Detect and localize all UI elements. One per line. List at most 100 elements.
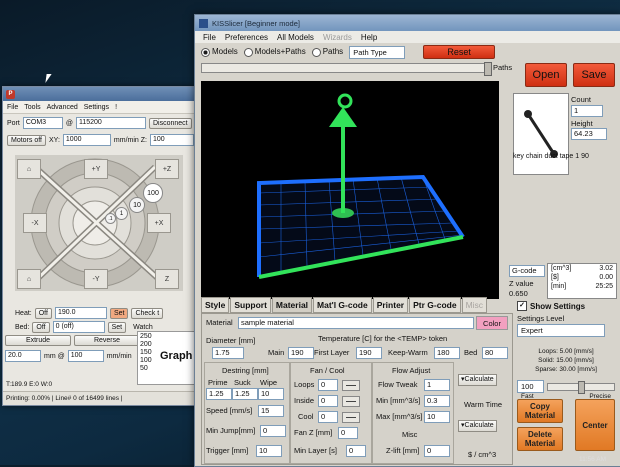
bed-set-button[interactable]: Set: [107, 321, 127, 333]
radio-on-icon: [201, 47, 210, 57]
heat-off-button[interactable]: Off: [34, 307, 52, 319]
port-select[interactable]: COM3: [22, 117, 63, 129]
disconnect-button[interactable]: Disconnect: [148, 117, 192, 129]
keep-warm-input[interactable]: 180: [434, 347, 460, 359]
heat-temp-select[interactable]: 190.0: [54, 307, 107, 319]
menu-file[interactable]: File: [203, 33, 216, 42]
bed-temp-select[interactable]: 0 (off): [52, 321, 105, 333]
fan-inside-input[interactable]: 0: [318, 395, 338, 407]
view-models-radio[interactable]: Models: [201, 47, 238, 57]
tab-matl-gcode[interactable]: Mat'l G-code: [313, 297, 372, 313]
center-button[interactable]: Center: [575, 399, 615, 451]
z-feed-input[interactable]: 100: [149, 134, 194, 146]
menu-help[interactable]: !: [115, 104, 117, 111]
motors-off-button[interactable]: Motors off: [7, 134, 46, 146]
extrude-speed-input[interactable]: 100: [67, 350, 104, 362]
main-temp-input[interactable]: 190: [288, 347, 314, 359]
destring-speed-input[interactable]: 15: [258, 405, 284, 417]
fan-cool-slider[interactable]: [342, 412, 360, 423]
jog-z-minus-button[interactable]: Z: [155, 269, 179, 289]
menu-file[interactable]: File: [7, 104, 18, 111]
menu-all-models[interactable]: All Models: [277, 33, 314, 42]
bed-off-button[interactable]: Off: [32, 321, 50, 333]
menu-tools[interactable]: Tools: [24, 104, 40, 111]
jog-step-1[interactable]: 1: [115, 207, 128, 220]
xy-feed-input[interactable]: 1000: [62, 134, 111, 146]
wipe-input[interactable]: 10: [258, 388, 284, 400]
min-flow-input[interactable]: 0.3: [424, 395, 450, 407]
trigger-input[interactable]: 10: [256, 445, 282, 457]
view-models-paths-radio[interactable]: Models+Paths: [243, 47, 306, 57]
gcode-view-select[interactable]: G-code: [509, 265, 545, 277]
menu-preferences[interactable]: Preferences: [225, 33, 268, 42]
menu-advanced[interactable]: Advanced: [47, 104, 78, 111]
min-jump-input[interactable]: 0: [260, 425, 286, 437]
kisslicer-titlebar[interactable]: KISSlicer [Beginner mode]: [195, 15, 620, 31]
show-settings-checkbox[interactable]: ✓ Show Settings: [517, 301, 615, 311]
tab-style[interactable]: Style: [201, 297, 230, 313]
min-layer-label: Min Layer [s]: [294, 446, 337, 455]
reverse-button[interactable]: Reverse: [74, 335, 140, 346]
home-all-icon[interactable]: ⌂: [17, 269, 41, 289]
home-x-icon[interactable]: ⌂: [17, 159, 41, 179]
copy-material-button[interactable]: Copy Material: [517, 399, 563, 423]
extrude-button[interactable]: Extrude: [5, 335, 71, 346]
max-flow-input[interactable]: 10: [424, 411, 450, 423]
count-input[interactable]: 1: [571, 105, 603, 117]
jog-step-100[interactable]: 100: [143, 183, 163, 203]
fan-loops-input[interactable]: 0: [318, 379, 338, 391]
fan-inside-slider[interactable]: [342, 396, 360, 407]
diameter-input[interactable]: 1.75: [212, 347, 244, 359]
pronterface-titlebar[interactable]: P: [3, 87, 195, 101]
menu-wizards[interactable]: Wizards: [323, 33, 352, 42]
bed-temp-input[interactable]: 80: [482, 347, 508, 359]
jog-z-plus-button[interactable]: +Z: [155, 159, 179, 179]
fan-cool-input[interactable]: 0: [318, 411, 338, 423]
prime-input[interactable]: 1.25: [206, 388, 232, 400]
fan-z-input[interactable]: 0: [338, 427, 358, 439]
view-paths-radio[interactable]: Paths: [311, 47, 343, 57]
check-temp-button[interactable]: Check t: [131, 307, 164, 319]
calculate-cost-button[interactable]: ▾Calculate: [458, 420, 497, 432]
menu-settings[interactable]: Settings: [84, 104, 109, 111]
jog-x-minus-button[interactable]: -X: [23, 213, 47, 233]
settings-level-select[interactable]: Expert: [517, 324, 605, 337]
min-layer-input[interactable]: 0: [346, 445, 366, 457]
jog-y-plus-button[interactable]: +Y: [84, 159, 108, 179]
suck-input[interactable]: 1.25: [232, 388, 258, 400]
tab-support[interactable]: Support: [230, 297, 271, 313]
flow-tweak-input[interactable]: 1: [424, 379, 450, 391]
tab-printer[interactable]: Printer: [372, 297, 409, 313]
paths-slider[interactable]: [201, 62, 492, 76]
jog-y-minus-button[interactable]: -Y: [84, 269, 108, 289]
extrude-length-input[interactable]: 20.0: [5, 350, 41, 362]
color-button[interactable]: Color: [476, 316, 508, 330]
save-button[interactable]: Save: [573, 63, 615, 87]
calculate-warm-button[interactable]: ▾Calculate: [458, 374, 497, 386]
menu-help[interactable]: Help: [361, 33, 377, 42]
speed-precision-thumb[interactable]: [578, 380, 586, 394]
delete-material-button[interactable]: Delete Material: [517, 427, 563, 451]
reset-view-button[interactable]: Reset: [423, 45, 496, 59]
first-layer-input[interactable]: 190: [356, 347, 382, 359]
z-lift-input[interactable]: 0: [424, 445, 450, 457]
path-type-select[interactable]: Path Type: [349, 45, 406, 59]
tab-material[interactable]: Material: [271, 297, 313, 313]
jog-x-plus-button[interactable]: +X: [147, 213, 171, 233]
heat-set-button[interactable]: Set: [109, 307, 129, 319]
tab-misc[interactable]: Misc: [461, 297, 488, 313]
jog-step-01[interactable]: .1: [105, 213, 116, 224]
open-button[interactable]: Open: [525, 63, 567, 87]
tab-ptr-gcode[interactable]: Ptr G-code: [409, 297, 461, 313]
jog-step-10[interactable]: 10: [129, 197, 145, 213]
watch-label[interactable]: Watch: [133, 324, 153, 331]
jog-control-panel[interactable]: +Y -Y -X +X +Z Z ⌂ ⌂ 100 10 1 .1: [15, 155, 183, 291]
baud-select[interactable]: 115200: [75, 117, 146, 129]
model-thumbnail[interactable]: [513, 93, 569, 175]
fan-loops-slider[interactable]: [342, 380, 360, 391]
speed-percent-input[interactable]: 100: [517, 380, 545, 393]
3d-viewport[interactable]: [201, 81, 499, 299]
material-select[interactable]: sample material: [238, 317, 474, 329]
paths-slider-thumb[interactable]: [484, 62, 492, 76]
speed-precision-slider[interactable]: [547, 380, 615, 394]
